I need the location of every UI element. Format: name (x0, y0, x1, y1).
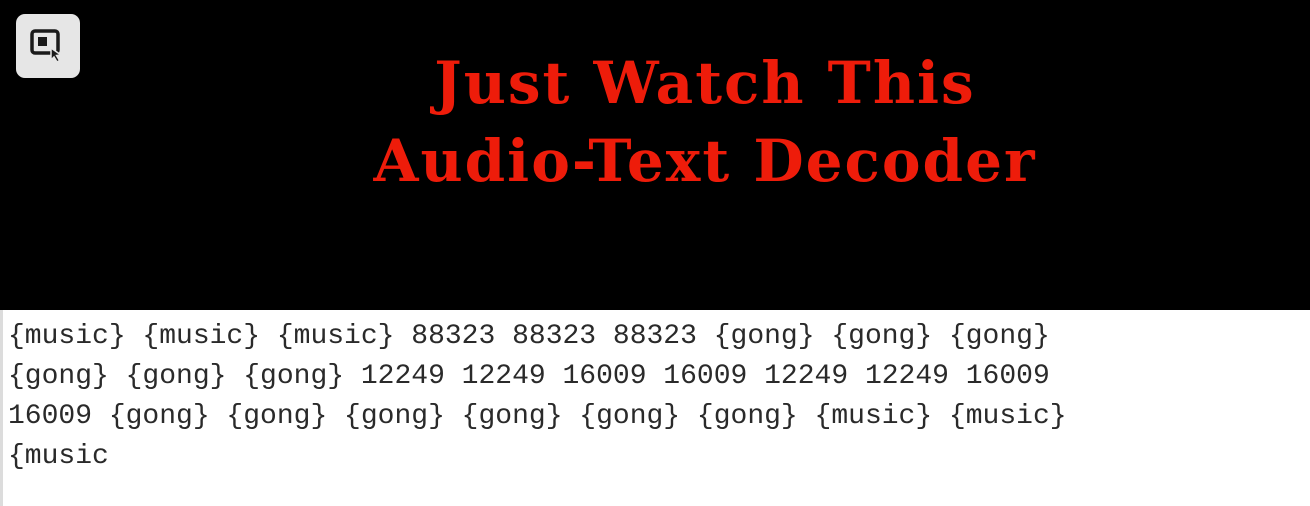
banner-title: Just Watch This Audio-Text Decoder (0, 44, 1310, 200)
transcript-panel: {music} {music} {music} 88323 88323 8832… (0, 310, 1310, 506)
screen-select-button[interactable] (16, 14, 80, 78)
transcript-line: {gong} {gong} {gong} 12249 12249 16009 1… (8, 361, 1050, 392)
screen-select-icon (30, 29, 64, 63)
transcript-line: 16009 {gong} {gong} {gong} {gong} {gong}… (8, 401, 1067, 432)
title-banner: Just Watch This Audio-Text Decoder (0, 0, 1310, 310)
transcript-line: {music} {music} {music} 88323 88323 8832… (8, 321, 1050, 352)
title-line-2: Audio-Text Decoder (373, 127, 1037, 195)
video-frame: Just Watch This Audio-Text Decoder {musi… (0, 0, 1310, 506)
transcript-line: {music (8, 441, 109, 472)
transcript-text: {music} {music} {music} 88323 88323 8832… (8, 317, 1308, 477)
title-line-1: Just Watch This (434, 49, 976, 117)
